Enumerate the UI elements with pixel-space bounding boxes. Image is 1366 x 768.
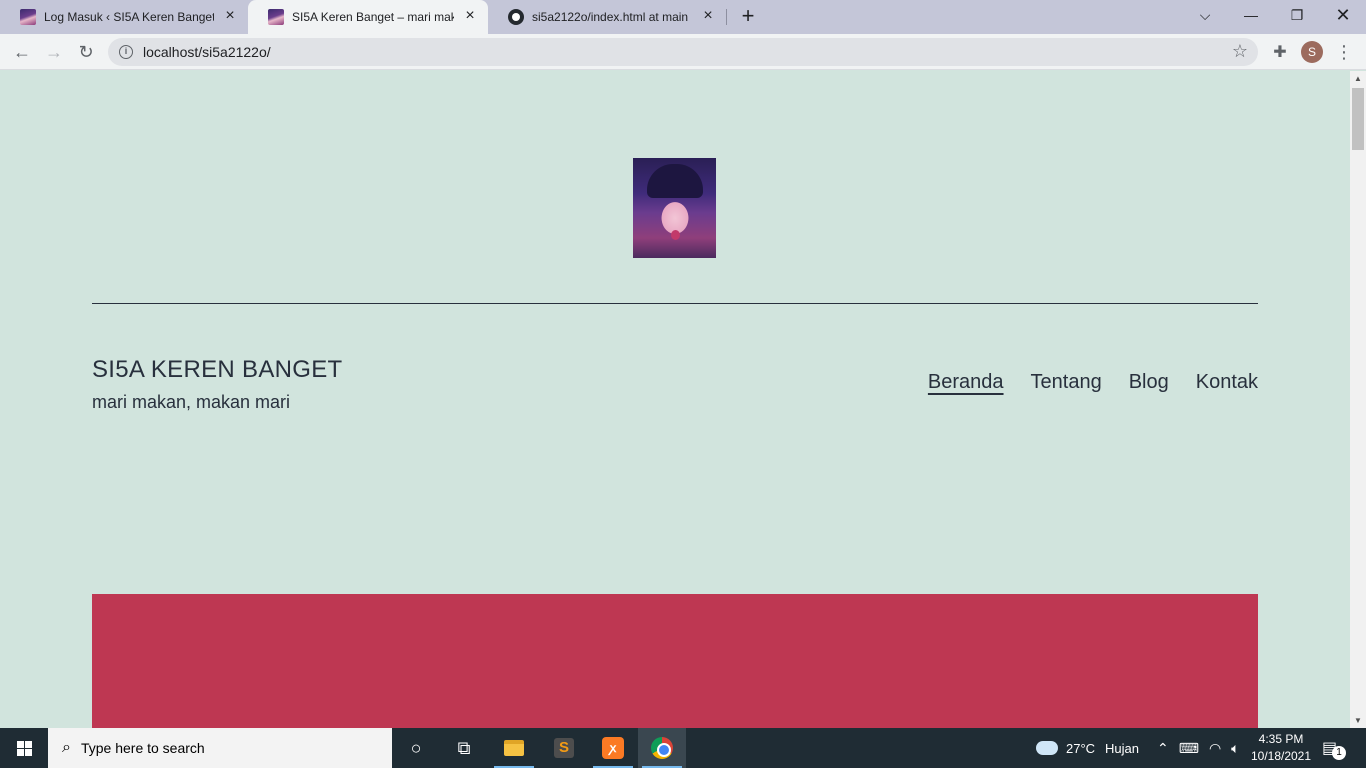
windows-logo-icon	[16, 740, 32, 756]
tab-github[interactable]: si5a2122o/index.html at main · Si ×	[488, 0, 726, 34]
site-logo-image[interactable]	[633, 158, 716, 258]
chrome-icon	[651, 737, 673, 759]
taskbar-clock[interactable]: 4:35 PM 10/18/2021	[1248, 731, 1314, 765]
clock-date: 10/18/2021	[1250, 749, 1312, 763]
input-method-icon[interactable]: ⌨	[1179, 740, 1199, 757]
github-icon	[508, 9, 524, 25]
tab-separator	[726, 9, 727, 25]
file-explorer-button[interactable]	[490, 728, 538, 768]
xampp-icon: ꭗ	[602, 737, 624, 759]
close-icon[interactable]: ×	[700, 8, 716, 25]
xampp-button[interactable]: ꭗ	[589, 728, 637, 768]
site-title[interactable]: SI5A KEREN BANGET	[92, 356, 343, 384]
site-favicon-icon	[20, 9, 36, 25]
site-favicon-icon	[268, 9, 284, 25]
tab-title: SI5A Keren Banget – mari makan	[292, 10, 454, 24]
task-view-icon[interactable]: ⧉	[440, 728, 488, 768]
sublime-text-icon	[554, 738, 574, 758]
hero-cover-block	[92, 594, 1258, 728]
tab-site-home[interactable]: SI5A Keren Banget – mari makan ×	[248, 0, 488, 34]
address-url[interactable]: localhost/si5a2122o/	[143, 44, 271, 60]
restore-button[interactable]: ❐	[1274, 0, 1320, 30]
system-tray: ⌃ ⌨ ◠ 🔈︎	[1157, 728, 1240, 768]
scroll-up-icon[interactable]: ▲	[1354, 74, 1362, 83]
window-close-button[interactable]: ✕	[1320, 0, 1366, 30]
minimize-button[interactable]: —	[1228, 0, 1274, 30]
extensions-puzzle-icon[interactable]: ✚	[1266, 38, 1294, 66]
close-icon[interactable]: ×	[222, 8, 238, 25]
chevron-up-icon[interactable]: ⌃	[1157, 740, 1169, 757]
new-tab-button[interactable]: +	[736, 5, 760, 29]
browser-toolbar: ← → ↻ i localhost/si5a2122o/ ☆ ✚ ⋮	[0, 34, 1366, 70]
chrome-button[interactable]	[638, 728, 686, 768]
search-placeholder[interactable]: Type here to search	[81, 740, 205, 756]
taskbar-search[interactable]: ⌕ Type here to search	[48, 728, 392, 768]
weather-temperature: 27°C	[1066, 740, 1096, 756]
site-info-icon[interactable]: i	[119, 45, 133, 59]
tab-search-chevron-icon[interactable]: ⌵	[1182, 0, 1228, 30]
menu-kebab-icon[interactable]: ⋮	[1330, 38, 1358, 66]
tab-login[interactable]: Log Masuk ‹ SI5A Keren Banget – ×	[0, 0, 248, 34]
tab-title: si5a2122o/index.html at main · Si	[532, 10, 692, 24]
primary-nav: Beranda Tentang Blog Kontak	[928, 371, 1258, 394]
folder-icon	[504, 740, 524, 756]
scroll-down-icon[interactable]: ▼	[1354, 716, 1362, 725]
weather-description: Hujan	[1105, 740, 1140, 756]
site-description: mari makan, makan mari	[92, 392, 291, 412]
bookmark-star-icon[interactable]: ☆	[1232, 41, 1248, 62]
tab-strip: Log Masuk ‹ SI5A Keren Banget – × SI5A K…	[0, 0, 1366, 34]
reload-icon[interactable]: ↻	[72, 38, 100, 66]
logo-mouth-shape	[671, 230, 680, 240]
cortana-icon[interactable]: ○	[392, 728, 440, 768]
tab-title: Log Masuk ‹ SI5A Keren Banget –	[44, 10, 214, 24]
profile-avatar[interactable]: S	[1301, 41, 1323, 63]
cloud-rain-icon	[1033, 736, 1058, 755]
sublime-text-button[interactable]	[540, 728, 588, 768]
volume-icon[interactable]: 🔈︎	[1231, 740, 1239, 757]
header-divider	[92, 303, 1258, 304]
page-scrollbar[interactable]: ▲ ▼	[1350, 71, 1366, 728]
scrollbar-thumb[interactable]	[1352, 88, 1364, 150]
nav-item-beranda[interactable]: Beranda	[928, 371, 1004, 394]
page-viewport: SI5A KEREN BANGET mari makan, makan mari…	[0, 71, 1350, 728]
address-bar[interactable]: i localhost/si5a2122o/ ☆	[108, 38, 1258, 66]
action-center-icon[interactable]: ▤ 1	[1322, 738, 1346, 760]
wifi-icon[interactable]: ◠	[1209, 740, 1221, 757]
start-button[interactable]	[0, 728, 48, 768]
nav-item-tentang[interactable]: Tentang	[1031, 371, 1102, 394]
clock-time: 4:35 PM	[1258, 732, 1304, 746]
weather-widget[interactable]: 27°C Hujan	[1033, 728, 1140, 768]
notification-badge: 1	[1332, 746, 1346, 760]
nav-item-blog[interactable]: Blog	[1129, 371, 1169, 394]
forward-arrow-icon[interactable]: →	[40, 38, 68, 66]
search-icon: ⌕	[62, 739, 71, 756]
nav-item-kontak[interactable]: Kontak	[1196, 371, 1258, 394]
close-icon[interactable]: ×	[462, 8, 478, 25]
windows-taskbar: ⌕ Type here to search ○ ⧉ ꭗ 27°C Hujan ⌃…	[0, 728, 1366, 768]
logo-hair-shape	[647, 164, 703, 198]
back-arrow-icon[interactable]: ←	[8, 38, 36, 66]
